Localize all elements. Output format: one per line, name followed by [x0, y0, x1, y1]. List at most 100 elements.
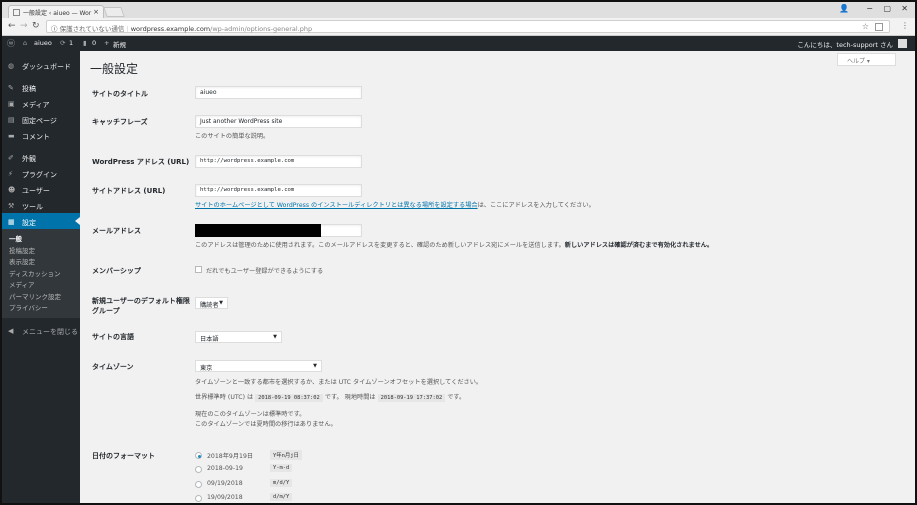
date-format-option-label[interactable]: 2018年9月19日: [207, 451, 253, 460]
utc-time: 2018-09-19 08:37:02: [255, 394, 323, 402]
wrench-icon: ⚒: [8, 202, 15, 210]
user-icon: ☻: [8, 186, 16, 194]
plugin-icon: ⚡: [8, 170, 13, 178]
comments-count[interactable]: 0: [92, 39, 96, 47]
chevron-down-icon: ▼: [313, 363, 317, 369]
date-format-radio[interactable]: [195, 481, 202, 488]
chevron-down-icon: ▼: [219, 300, 223, 306]
tab-close-icon[interactable]: ×: [93, 8, 99, 16]
tab-strip: 一般設定 ‹ aiueo — Wor × 👤 − ▢ ✕: [2, 2, 915, 18]
submenu-discussion[interactable]: ディスカッション: [2, 268, 80, 280]
help-tab-button[interactable]: ヘルプ ▾: [837, 53, 896, 66]
security-label[interactable]: 保護されていない通信: [60, 25, 125, 33]
maximize-button[interactable]: ▢: [883, 4, 891, 13]
sidebar-item-media[interactable]: ▣ メディア: [2, 95, 80, 111]
url-host: wordpress.example.com: [130, 25, 211, 33]
membership-label: メンバーシップ: [92, 267, 141, 275]
date-format-code: Y-m-d: [270, 464, 293, 472]
home-icon[interactable]: ⌂: [23, 39, 27, 47]
settings-icon: ▦: [8, 218, 15, 226]
reload-icon[interactable]: ↻: [32, 21, 40, 31]
browser-tab[interactable]: 一般設定 ‹ aiueo — Wor ×: [8, 5, 104, 18]
timezone-label: タイムゾーン: [92, 363, 134, 371]
site-language-select[interactable]: 日本語 ▼: [195, 331, 282, 343]
plus-icon[interactable]: +: [104, 39, 109, 47]
new-tab-button[interactable]: [103, 7, 125, 17]
page-title: 一般設定: [90, 62, 139, 76]
sidebar-item-posts[interactable]: ✎ 投稿: [2, 79, 80, 95]
tagline-description: このサイトの簡単な説明。: [195, 133, 270, 140]
tab-title: 一般設定 ‹ aiueo — Wor: [23, 10, 92, 17]
default-role-label: 新規ユーザーのデフォルト権限 グループ: [92, 297, 190, 315]
siteurl-help-link[interactable]: サイトのホームページとして WordPress のインストールディレクトリとは異…: [195, 202, 478, 209]
url-input[interactable]: ⓘ 保護されていない通信 | wordpress.example.com/wp-…: [46, 20, 890, 33]
url-path: /wp-admin/options-general.php: [210, 25, 313, 33]
submenu-privacy[interactable]: プライバシー: [2, 302, 80, 314]
new-content-link[interactable]: 新規: [113, 39, 126, 49]
sidebar-item-dashboard[interactable]: ◍ ダッシュボード: [2, 57, 80, 73]
date-format-option-label[interactable]: 2018-09-19: [207, 465, 243, 472]
wp-admin-bar: ⓦ ⌂ aiueo ⟳ 1 ▮ 0 + 新規 こんにちは、tech-suppor…: [2, 36, 915, 51]
info-icon[interactable]: ⓘ: [51, 25, 58, 33]
avatar[interactable]: [898, 39, 907, 48]
comments-icon[interactable]: ▮: [83, 39, 87, 47]
pin-icon: ✎: [8, 84, 14, 92]
membership-checkbox-label[interactable]: だれでもユーザー登録ができるようにする: [206, 266, 323, 275]
default-role-select[interactable]: 購読者 ▼: [195, 297, 228, 309]
sidebar-item-tools[interactable]: ⚒ ツール: [2, 197, 80, 213]
redaction-block: [195, 224, 321, 237]
date-format-radio[interactable]: [195, 495, 202, 502]
membership-checkbox[interactable]: [195, 266, 202, 273]
account-greeting[interactable]: こんにちは、tech-support さん: [797, 39, 893, 49]
date-format-radio[interactable]: [195, 452, 202, 459]
siteurl-description: サイトのホームページとして WordPress のインストールディレクトリとは異…: [195, 202, 595, 209]
tagline-input[interactable]: Just another WordPress site: [195, 115, 362, 128]
main-content: ヘルプ ▾ 一般設定 サイトのタイトル aiueo キャッチフレーズ Just …: [80, 51, 915, 503]
sidebar-item-pages[interactable]: ▤ 固定ページ: [2, 111, 80, 127]
date-format-code: Y年n月j日: [270, 450, 302, 460]
sidebar-item-appearance[interactable]: ✐ 外観: [2, 149, 80, 165]
browser-menu-icon[interactable]: ⋮: [901, 21, 909, 30]
date-format-label: 日付のフォーマット: [92, 452, 155, 460]
wordpress-logo-icon[interactable]: ⓦ: [7, 38, 15, 49]
comment-icon: ▬: [8, 132, 15, 140]
updates-count[interactable]: 1: [69, 39, 73, 47]
email-label: メールアドレス: [92, 227, 141, 235]
siteurl-label: サイトアドレス (URL): [92, 187, 166, 195]
updates-icon[interactable]: ⟳: [60, 39, 65, 47]
page-favicon-icon: [13, 9, 20, 16]
date-format-code: d/m/Y: [270, 493, 293, 501]
collapse-icon: ◀: [8, 326, 14, 335]
tagline-label: キャッチフレーズ: [92, 118, 148, 126]
close-window-button[interactable]: ✕: [901, 4, 908, 13]
site-language-label: サイトの言語: [92, 333, 134, 341]
collapse-menu-button[interactable]: ◀ メニューを閉じる: [2, 322, 80, 338]
settings-submenu: 一般 投稿設定 表示設定 ディスカッション メディア パーマリンク設定 プライバ…: [2, 229, 80, 318]
submenu-reading[interactable]: 表示設定: [2, 256, 80, 268]
wpurl-input[interactable]: http://wordpress.example.com: [195, 155, 362, 168]
date-format-radio[interactable]: [195, 466, 202, 473]
submenu-writing[interactable]: 投稿設定: [2, 245, 80, 257]
date-format-option-label[interactable]: 19/09/2018: [207, 494, 243, 501]
sidebar-item-settings[interactable]: ▦ 設定: [2, 213, 80, 229]
submenu-media[interactable]: メディア: [2, 279, 80, 291]
submenu-general[interactable]: 一般: [2, 233, 80, 245]
date-format-code: m/d/Y: [270, 479, 293, 487]
local-time: 2018-09-19 17:37:02: [377, 394, 446, 402]
back-icon[interactable]: ←: [8, 21, 16, 31]
submenu-permalinks[interactable]: パーマリンク設定: [2, 291, 80, 303]
extension-icon[interactable]: [875, 23, 883, 31]
bookmark-star-icon[interactable]: ☆: [862, 22, 869, 31]
siteurl-input[interactable]: http://wordpress.example.com: [195, 184, 362, 197]
timezone-select[interactable]: 東京 ▼: [195, 360, 322, 372]
profile-icon[interactable]: 👤: [839, 4, 849, 13]
sidebar-item-comments[interactable]: ▬ コメント: [2, 127, 80, 143]
site-name-link[interactable]: aiueo: [34, 39, 52, 47]
blogname-label: サイトのタイトル: [92, 90, 148, 98]
date-format-option-label[interactable]: 09/19/2018: [207, 480, 243, 487]
forward-icon[interactable]: →: [20, 21, 28, 31]
minimize-button[interactable]: −: [866, 4, 873, 13]
sidebar-item-plugins[interactable]: ⚡ プラグイン: [2, 165, 80, 181]
blogname-input[interactable]: aiueo: [195, 86, 362, 99]
sidebar-item-users[interactable]: ☻ ユーザー: [2, 181, 80, 197]
